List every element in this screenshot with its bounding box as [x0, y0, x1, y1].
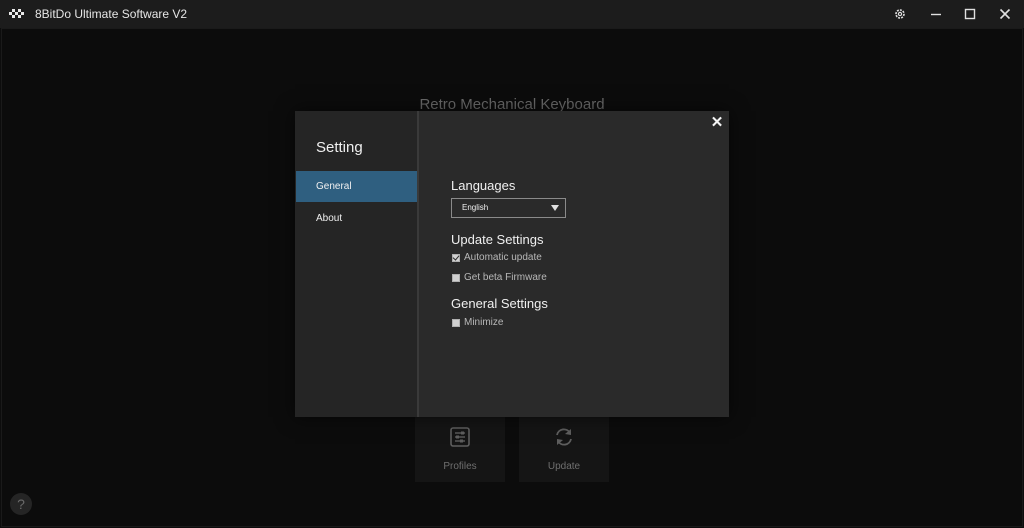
dropdown-caret-icon	[551, 205, 559, 211]
profiles-tile[interactable]: Profiles	[415, 412, 505, 482]
maximize-icon	[964, 8, 976, 20]
close-window-button[interactable]	[988, 0, 1022, 28]
close-icon	[999, 8, 1011, 20]
gear-icon	[895, 9, 905, 19]
nav-general[interactable]: General	[296, 171, 417, 202]
beta-firmware-option[interactable]: Get beta Firmware	[452, 272, 547, 283]
automatic-update-option[interactable]: Automatic update	[452, 252, 542, 263]
language-select[interactable]: English	[451, 198, 566, 218]
automatic-update-label: Automatic update	[464, 252, 542, 263]
beta-firmware-label: Get beta Firmware	[464, 272, 547, 283]
maximize-button[interactable]	[953, 0, 987, 28]
minimize-icon	[931, 13, 941, 16]
automatic-update-checkbox[interactable]	[452, 253, 460, 262]
help-button[interactable]: ?	[10, 493, 32, 515]
settings-button[interactable]	[883, 0, 917, 28]
sliders-icon	[450, 427, 470, 447]
refresh-icon	[556, 428, 572, 446]
update-settings-heading: Update Settings	[451, 232, 544, 247]
app-title: 8BitDo Ultimate Software V2	[35, 7, 188, 21]
minimize-checkbox[interactable]	[452, 318, 460, 327]
settings-sidebar: Setting General About	[295, 111, 419, 417]
general-settings-heading: General Settings	[451, 296, 548, 311]
languages-heading: Languages	[451, 178, 516, 193]
dialog-close-button[interactable]: ✕	[708, 114, 726, 132]
minimize-label: Minimize	[464, 317, 504, 328]
settings-dialog: Setting General About ✕ Languages Englis…	[295, 111, 729, 417]
minimize-option[interactable]: Minimize	[452, 317, 503, 328]
title-bar: 8BitDo Ultimate Software V2	[0, 0, 1024, 28]
nav-about[interactable]: About	[296, 203, 417, 234]
app-logo-icon	[9, 9, 24, 18]
beta-firmware-checkbox[interactable]	[452, 273, 460, 282]
update-tile[interactable]: Update	[519, 412, 609, 482]
update-label: Update	[547, 461, 581, 472]
dialog-title: Setting	[316, 139, 363, 156]
minimize-button[interactable]	[919, 0, 953, 28]
language-select-value: English	[462, 203, 489, 212]
profiles-label: Profiles	[443, 461, 477, 472]
